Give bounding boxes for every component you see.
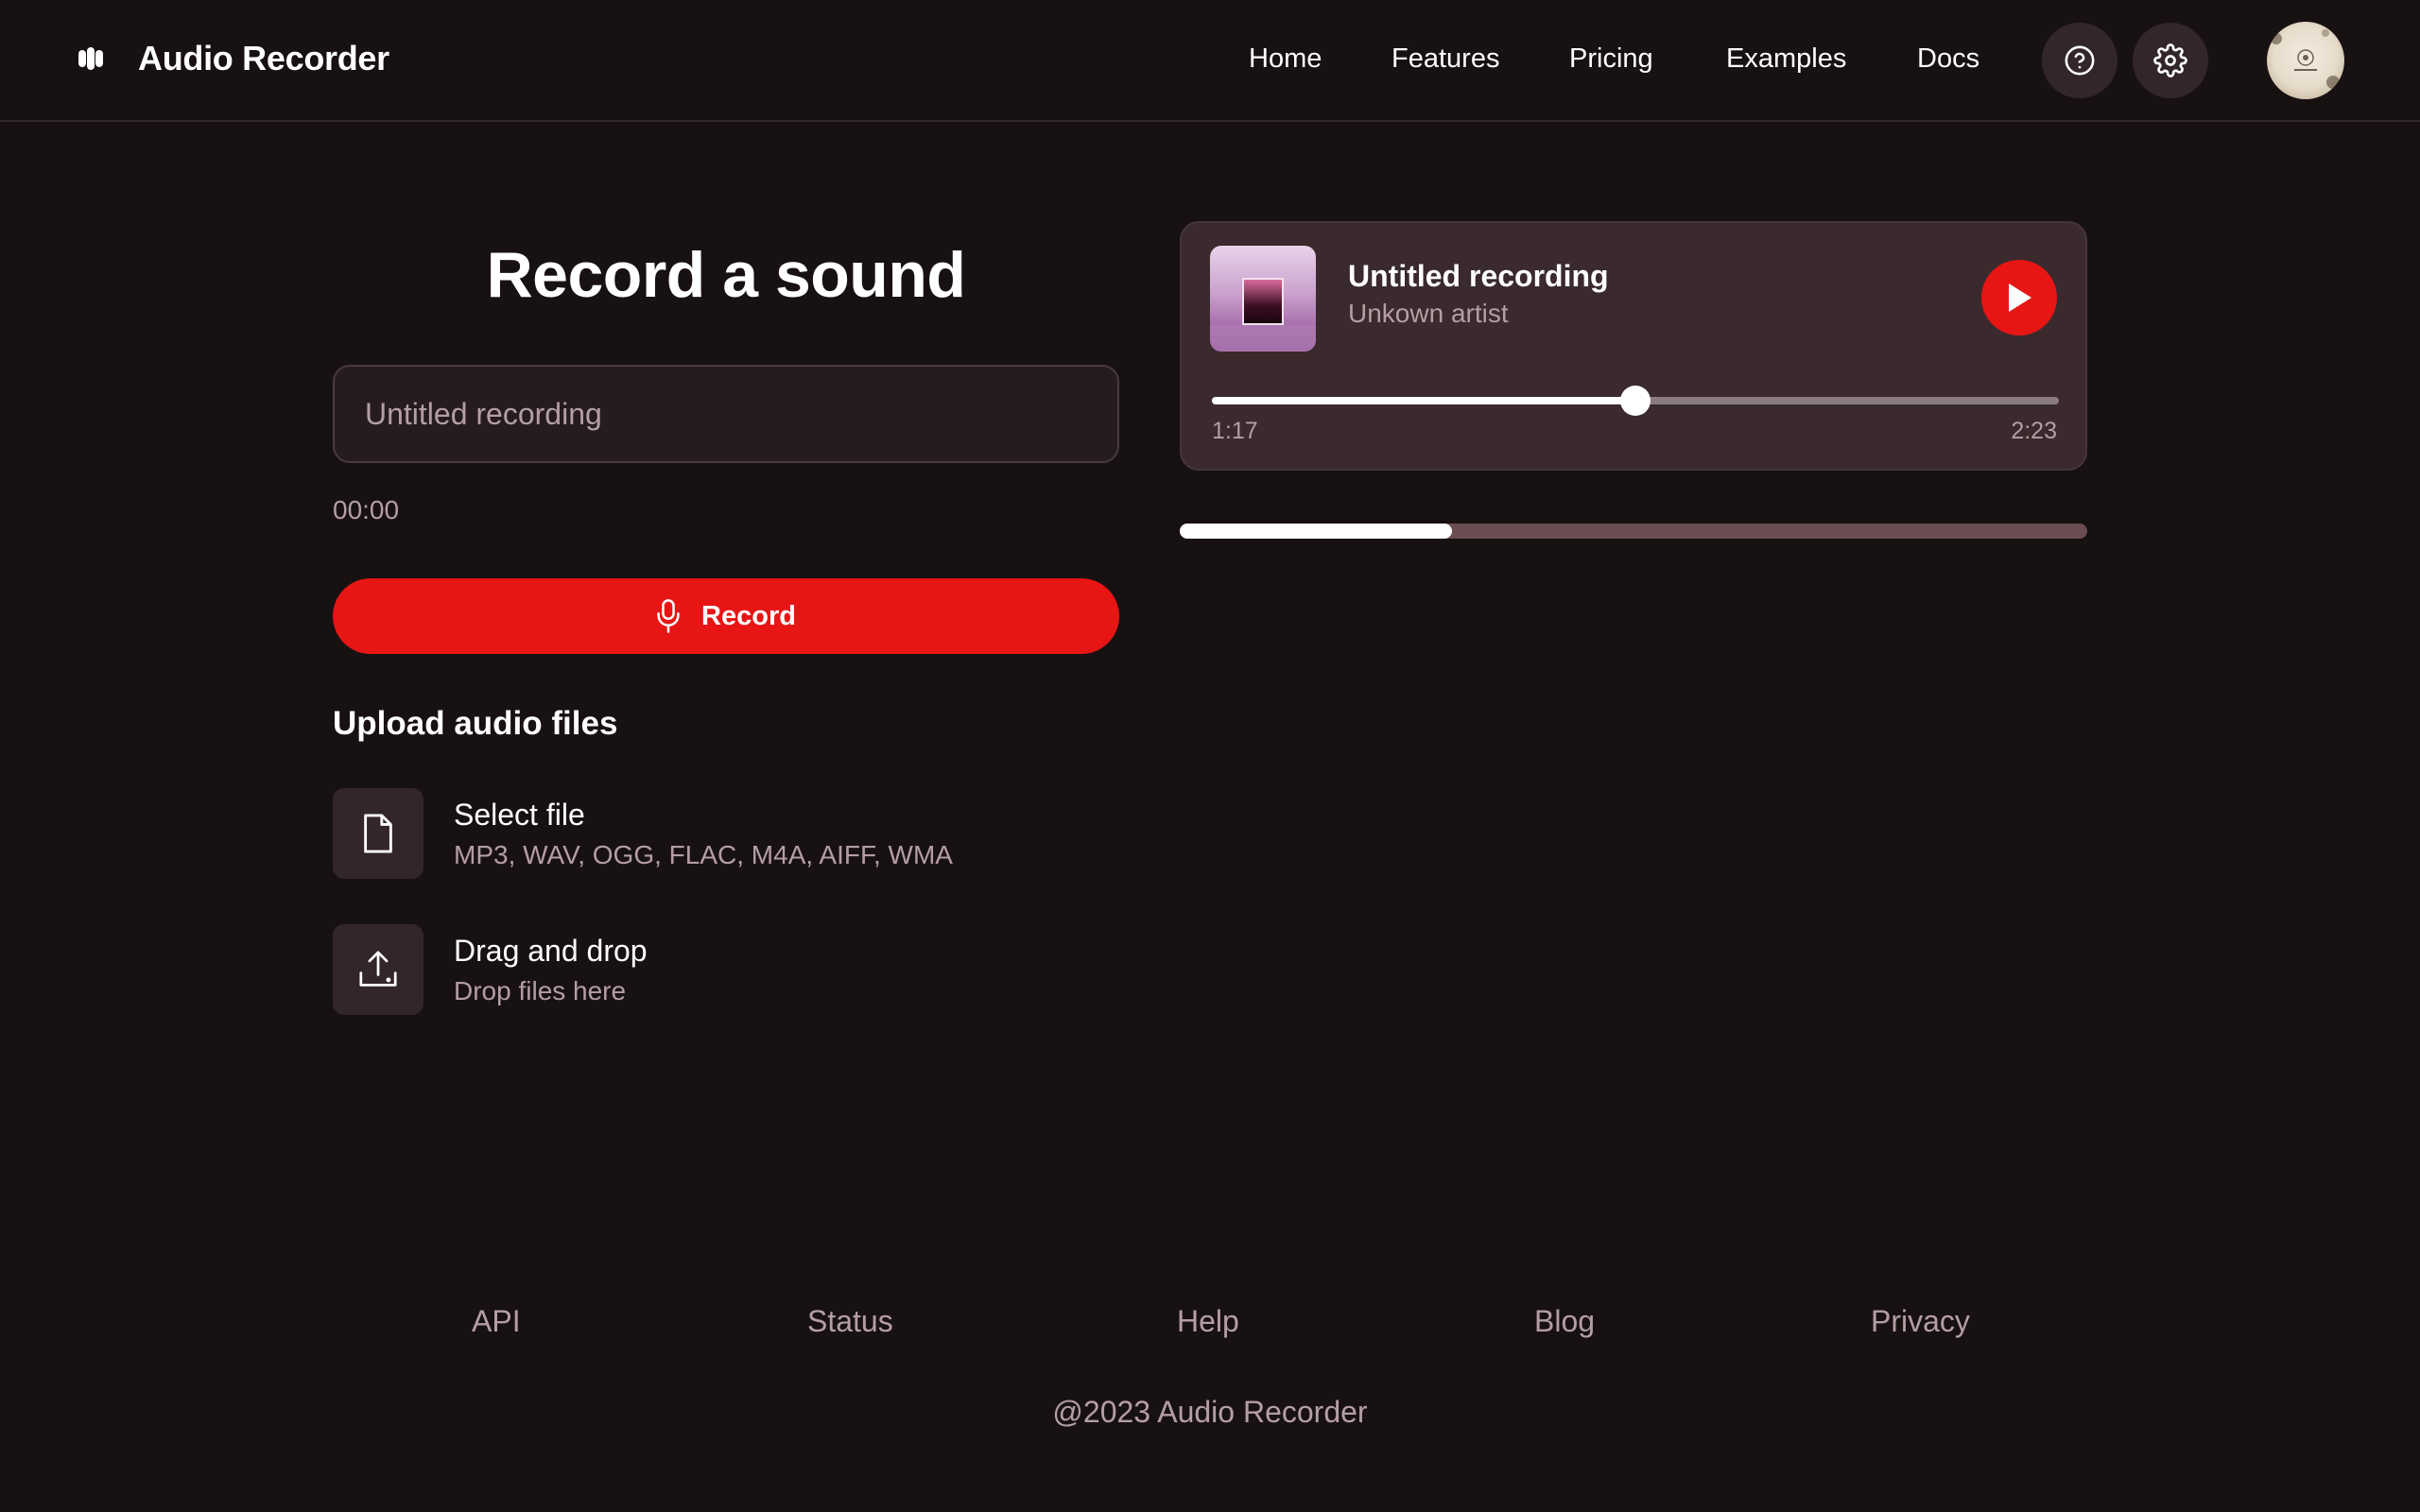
help-circle-icon [2065, 45, 2095, 76]
supported-formats: MP3, WAV, OGG, FLAC, M4A, AIFF, WMA [454, 839, 953, 869]
file-icon [364, 814, 392, 853]
top-header: Audio Recorder Home Features Pricing Exa… [0, 0, 2420, 122]
album-cover [1210, 246, 1316, 352]
copyright: @2023 Audio Recorder [1052, 1395, 1368, 1429]
audio-player-card: Untitled recording Unkown artist 1:17 2:… [1180, 221, 2087, 471]
microphone-icon [657, 599, 680, 633]
recording-name-input[interactable] [333, 365, 1119, 463]
play-button[interactable] [1981, 260, 2057, 335]
cover-floor [1210, 325, 1316, 352]
waveform-logo-icon [78, 47, 103, 70]
select-file-option[interactable]: Select file MP3, WAV, OGG, FLAC, M4A, AI… [333, 788, 953, 879]
drag-drop-option[interactable]: Drag and drop Drop files here [333, 924, 648, 1015]
help-button[interactable] [2042, 23, 2118, 98]
current-time: 1:17 [1212, 418, 1258, 444]
seek-bar-fill [1212, 397, 1635, 404]
footer-link-help[interactable]: Help [1177, 1304, 1239, 1339]
upload-heading: Upload audio files [333, 705, 618, 742]
drag-drop-text: Drag and drop Drop files here [454, 934, 648, 1006]
seek-handle[interactable] [1620, 386, 1651, 416]
footer-link-privacy[interactable]: Privacy [1871, 1304, 1970, 1339]
select-file-button[interactable] [333, 788, 424, 879]
brand-name: Audio Recorder [138, 39, 389, 77]
gear-icon [2153, 43, 2187, 77]
footer-link-blog[interactable]: Blog [1534, 1304, 1595, 1339]
record-button-label: Record [701, 600, 796, 631]
footer-link-status[interactable]: Status [807, 1304, 893, 1339]
cover-frame [1242, 278, 1284, 325]
avatar-image [2271, 29, 2340, 89]
upload-progress-bar [1180, 524, 2087, 539]
upload-progress-fill [1180, 524, 1452, 539]
nav-docs[interactable]: Docs [1917, 43, 1979, 75]
play-icon [2009, 284, 2031, 312]
drag-drop-zone[interactable] [333, 924, 424, 1015]
page-title: Record a sound [486, 239, 966, 311]
recording-timer: 00:00 [333, 495, 400, 524]
select-file-text: Select file MP3, WAV, OGG, FLAC, M4A, AI… [454, 798, 953, 870]
track-title: Untitled recording [1348, 259, 1609, 293]
user-avatar[interactable] [2267, 22, 2344, 99]
settings-button[interactable] [2133, 23, 2208, 98]
record-button[interactable]: Record [333, 578, 1119, 654]
seek-bar[interactable] [1212, 386, 2059, 416]
track-artist: Unkown artist [1348, 299, 1509, 328]
select-file-title: Select file [454, 797, 585, 832]
footer-link-api[interactable]: API [472, 1304, 521, 1339]
nav-features[interactable]: Features [1392, 43, 1499, 75]
total-time: 2:23 [2011, 418, 2057, 444]
nav-home[interactable]: Home [1249, 43, 1322, 75]
nav-examples[interactable]: Examples [1726, 43, 1846, 75]
drag-drop-title: Drag and drop [454, 933, 648, 968]
drag-drop-hint: Drop files here [454, 975, 627, 1005]
upload-icon [359, 951, 397, 987]
brand[interactable]: Audio Recorder [76, 34, 389, 83]
nav-pricing[interactable]: Pricing [1569, 43, 1653, 75]
